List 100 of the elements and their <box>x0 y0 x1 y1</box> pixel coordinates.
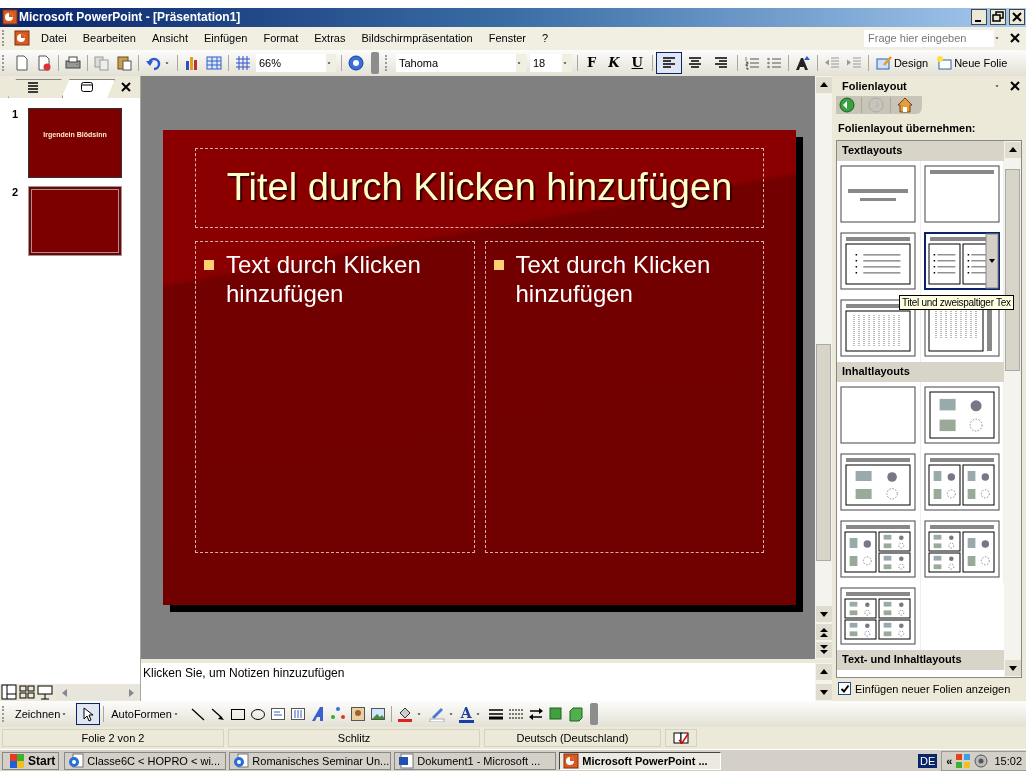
arrow-style-icon[interactable] <box>527 706 544 723</box>
next-slide-icon[interactable] <box>815 642 832 659</box>
font-size-dropdown[interactable]: 18 <box>530 53 572 72</box>
text-placeholder[interactable]: Text durch Klicken hinzufügen <box>195 240 475 553</box>
browser-icon[interactable] <box>68 752 85 769</box>
vertical-text-icon[interactable] <box>289 706 306 723</box>
app-icon[interactable] <box>2 9 18 26</box>
powerpoint-icon[interactable] <box>563 752 580 769</box>
ellipse-icon[interactable] <box>249 706 266 723</box>
line-color-icon[interactable] <box>428 706 445 723</box>
horizontal-scrollbar[interactable] <box>56 684 140 700</box>
decrease-indent-icon[interactable] <box>823 54 840 71</box>
chart-icon[interactable] <box>184 54 200 71</box>
tray-expand-button[interactable]: « <box>946 754 953 767</box>
slideshow-icon[interactable] <box>37 684 53 701</box>
print-icon[interactable] <box>65 54 81 71</box>
new-slide-button[interactable]: Neue Folie <box>932 51 1012 74</box>
fill-color-icon[interactable] <box>396 706 413 723</box>
underline-button[interactable]: U <box>625 51 649 74</box>
checkbox[interactable] <box>838 682 851 696</box>
align-left-icon[interactable] <box>660 54 677 71</box>
title-placeholder[interactable]: Titel durch Klicken hinzufügen <box>195 147 764 228</box>
increase-indent-icon[interactable] <box>845 54 862 71</box>
minimize-icon[interactable] <box>971 9 987 26</box>
shadow-icon[interactable] <box>547 706 564 723</box>
taskbar-button[interactable]: Classe6C < HOPRO < wi... <box>64 751 227 770</box>
menu-item[interactable]: Ansicht <box>143 32 196 45</box>
zoom-dropdown[interactable]: 66% <box>256 53 336 72</box>
spelling-icon[interactable] <box>673 730 689 747</box>
arrow-icon[interactable] <box>209 706 226 723</box>
menu-item[interactable]: Einfügen <box>196 32 256 45</box>
draw-menu-button[interactable]: Zeichnen <box>11 703 77 726</box>
paste-icon[interactable] <box>116 54 132 71</box>
3d-icon[interactable] <box>567 706 584 723</box>
network-icon[interactable] <box>955 752 972 769</box>
menu-item[interactable]: ? <box>534 32 557 45</box>
slide-thumbnail[interactable] <box>28 185 122 256</box>
section-header: Text- und Inhaltlayouts <box>837 649 1004 670</box>
powerpoint-icon[interactable] <box>14 30 30 47</box>
slide-sorter-icon[interactable] <box>19 684 35 701</box>
menu-item[interactable]: Datei <box>33 32 75 45</box>
new-slide-icon[interactable] <box>936 54 953 71</box>
design-button[interactable]: Design <box>871 51 933 74</box>
toolbar-options-button[interactable] <box>589 703 598 726</box>
align-right-icon[interactable] <box>712 54 729 71</box>
bold-button[interactable]: F <box>581 51 603 74</box>
vertical-scrollbar[interactable] <box>815 75 832 660</box>
taskbar-button[interactable]: Dokument1 - Microsoft ... <box>394 751 557 770</box>
start-button[interactable]: Start <box>2 751 60 770</box>
print-preview-icon[interactable] <box>36 54 52 71</box>
notes-field[interactable]: Klicken Sie, um Notizen hinzuzufügen <box>141 663 815 702</box>
browser-icon[interactable] <box>233 752 250 769</box>
window-close-icon[interactable] <box>1009 9 1025 26</box>
window-title: Microsoft PowerPoint - [Präsentation1] <box>19 10 241 25</box>
align-left-button[interactable] <box>655 51 682 74</box>
menu-item[interactable]: Bildschirmpräsentation <box>353 32 481 45</box>
textbox-icon[interactable] <box>269 706 286 723</box>
speaker-icon[interactable] <box>973 752 990 769</box>
help-icon[interactable] <box>348 54 364 71</box>
taskbar-button[interactable]: Romanisches Seminar Un... <box>229 751 392 770</box>
grid-icon[interactable] <box>235 54 251 71</box>
menu-item[interactable]: Bearbeiten <box>74 32 144 45</box>
normal-view-icon[interactable] <box>1 684 17 701</box>
menu-item[interactable]: Fenster <box>480 32 535 45</box>
notes-scrollbar[interactable] <box>815 663 832 702</box>
new-document-icon[interactable] <box>14 54 30 71</box>
menu-item[interactable]: Extras <box>306 32 354 45</box>
italic-button[interactable]: K <box>602 51 626 74</box>
table-icon[interactable] <box>206 54 222 71</box>
show-on-insert-checkbox[interactable]: Einfügen neuer Folien anzeigen <box>836 678 1026 696</box>
bullet-icon <box>493 259 504 270</box>
help-search-field[interactable]: Frage hier eingeben <box>864 29 994 47</box>
font-color-button[interactable]: A <box>458 705 474 724</box>
toolbar-options-button[interactable] <box>371 51 379 74</box>
align-center-icon[interactable] <box>686 54 703 71</box>
line-icon[interactable] <box>189 706 206 723</box>
rectangle-icon[interactable] <box>229 706 246 723</box>
task-pane-heading: Folienlayout übernehmen: <box>837 120 977 136</box>
restore-icon[interactable] <box>990 9 1006 26</box>
back-icon[interactable] <box>839 96 855 113</box>
word-document-icon[interactable] <box>398 752 415 769</box>
language-indicator[interactable]: DE <box>918 753 938 768</box>
slide-layout[interactable] <box>923 232 1000 291</box>
wordart-icon[interactable] <box>309 706 326 723</box>
numbered-list-icon[interactable] <box>743 54 760 71</box>
picture-icon[interactable] <box>369 706 386 723</box>
grow-font-icon[interactable] <box>794 54 811 71</box>
clipart-icon[interactable] <box>349 706 366 723</box>
previous-slide-icon[interactable] <box>815 624 832 641</box>
outline-tab[interactable] <box>8 78 62 98</box>
taskbar-button[interactable]: Microsoft PowerPoint ... <box>559 751 722 770</box>
slide-number: 2 <box>11 185 20 198</box>
text-placeholder[interactable]: Text durch Klicken hinzufügen <box>484 240 764 553</box>
line-style-icon[interactable] <box>487 706 504 723</box>
windows-logo-icon[interactable] <box>9 752 25 769</box>
menu-item[interactable]: Format <box>255 32 307 45</box>
autoshapes-button[interactable]: AutoFormen <box>107 703 188 726</box>
home-icon[interactable] <box>897 96 913 113</box>
font-dropdown[interactable]: Tahoma <box>396 53 526 72</box>
status-field: Schlitz <box>228 729 480 748</box>
